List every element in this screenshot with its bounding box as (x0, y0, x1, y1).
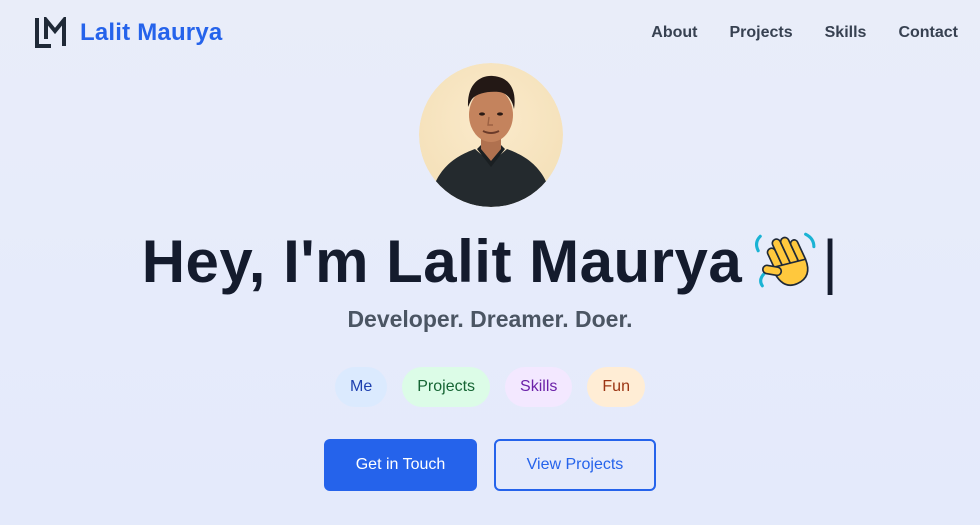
profile-photo (419, 63, 563, 207)
view-projects-button[interactable]: View Projects (494, 439, 656, 491)
nav-contact[interactable]: Contact (898, 24, 958, 42)
chip-fun[interactable]: Fun (587, 367, 645, 407)
chip-group: Me Projects Skills Fun (0, 367, 980, 407)
brand-name: Lalit Maurya (80, 19, 223, 46)
lm-monogram-icon (35, 17, 66, 48)
typing-cursor: | (822, 228, 839, 295)
chip-me[interactable]: Me (335, 367, 388, 407)
chip-projects[interactable]: Projects (402, 367, 491, 407)
nav-projects[interactable]: Projects (729, 24, 792, 42)
waving-hand-icon (755, 232, 816, 288)
nav-about[interactable]: About (651, 24, 697, 42)
get-in-touch-button[interactable]: Get in Touch (324, 439, 477, 491)
hero-actions: Get in Touch View Projects (0, 439, 980, 491)
chip-skills[interactable]: Skills (505, 367, 573, 407)
nav-menu: About Projects Skills Contact (651, 24, 958, 42)
hero-title-text: Hey, I'm Lalit Maurya (141, 228, 743, 295)
nav-skills[interactable]: Skills (825, 24, 867, 42)
navbar: Lalit Maurya About Projects Skills Conta… (0, 0, 980, 66)
brand-link[interactable]: Lalit Maurya (34, 17, 222, 49)
hero-tagline: Developer. Dreamer. Doer. (347, 306, 633, 332)
hero-heading: Hey, I'm Lalit Maurya | (0, 222, 980, 302)
